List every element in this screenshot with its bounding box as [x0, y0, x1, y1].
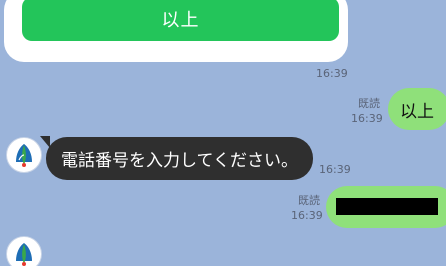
app-logo-icon: [8, 139, 40, 171]
message-time: 16:39: [316, 67, 348, 80]
outgoing-message-bubble[interactable]: [326, 186, 446, 228]
read-receipt: 既読: [298, 194, 320, 207]
chat-window: 以上 16:39 既読 16:39 以上 電話番号を入力してください。 16:3…: [0, 0, 446, 266]
ok-button[interactable]: 以上: [22, 0, 339, 41]
message-text: 以上: [400, 101, 434, 122]
message-time: 16:39: [319, 163, 351, 176]
app-logo-icon[interactable]: [6, 137, 42, 173]
outgoing-message-bubble[interactable]: 以上: [388, 88, 446, 130]
message-text: 電話番号を入力してください。: [61, 151, 298, 171]
app-logo-icon: [8, 238, 40, 266]
quick-reply-card: 以上: [4, 0, 348, 62]
app-logo-icon[interactable]: [6, 236, 42, 266]
read-receipt: 既読: [358, 97, 380, 110]
message-time: 16:39: [351, 112, 383, 125]
incoming-message-bubble[interactable]: 電話番号を入力してください。: [46, 137, 313, 180]
redacted-text: [336, 198, 438, 215]
message-time: 16:39: [291, 209, 323, 222]
